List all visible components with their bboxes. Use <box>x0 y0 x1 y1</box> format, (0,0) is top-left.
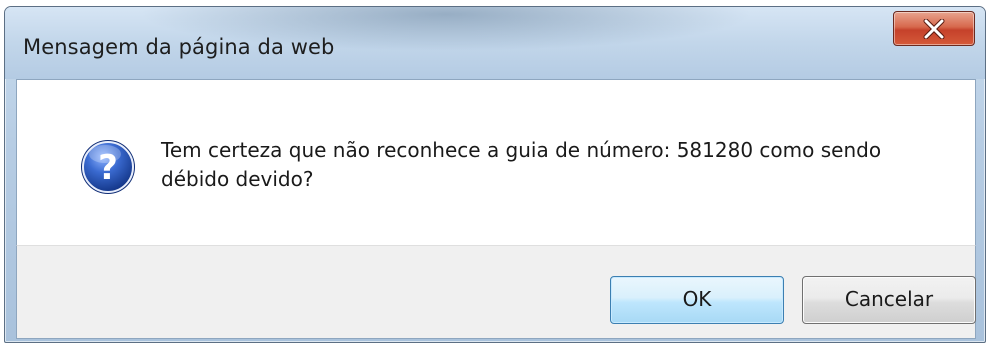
close-button[interactable] <box>893 11 975 46</box>
svg-text:?: ? <box>98 148 118 188</box>
close-icon <box>923 19 945 39</box>
ok-button[interactable]: OK <box>610 276 784 324</box>
dialog-titlebar[interactable]: Mensagem da página da web <box>5 7 985 79</box>
question-icon: ? <box>81 140 135 194</box>
dialog-window: Mensagem da página da web ? Tem certeza … <box>4 6 986 343</box>
cancel-button[interactable]: Cancelar <box>802 276 976 324</box>
dialog-title: Mensagem da página da web <box>23 35 335 59</box>
dialog-content: ? Tem certeza que não reconhece a guia d… <box>16 79 976 245</box>
dialog-footer: OK Cancelar <box>16 245 976 339</box>
dialog-message: Tem certeza que não reconhece a guia de … <box>161 138 882 191</box>
